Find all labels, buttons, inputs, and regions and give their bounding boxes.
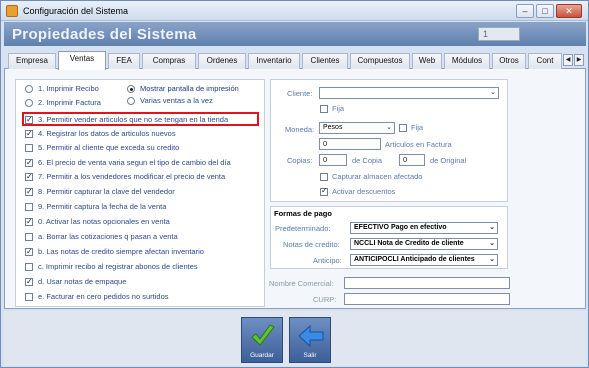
curp-label: CURP: — [313, 295, 337, 304]
capturar-almacen-label: Capturar almacen afectado — [332, 172, 423, 181]
tab-compras[interactable]: Compras — [142, 53, 196, 69]
curp-input[interactable] — [344, 293, 510, 305]
maximize-button[interactable]: □ — [536, 4, 554, 18]
predeterminado-label: Predeterminado: — [275, 224, 331, 233]
tab-ordenes[interactable]: Ordenes — [198, 53, 246, 69]
notas-credito-combo[interactable]: NCCLI Nota de Credito de cliente ⌄ — [350, 238, 498, 250]
formas-pago-title: Formas de pago — [274, 209, 332, 218]
header-banner: Propiedades del Sistema 1 — [4, 22, 586, 46]
tab-cont[interactable]: Cont — [528, 53, 562, 69]
highlight-box — [22, 112, 259, 126]
fija-cliente-checkbox[interactable] — [320, 105, 328, 113]
tab-strip: Empresa Ventas FEA Compras Ordenes Inven… — [4, 51, 586, 70]
tab-fea[interactable]: FEA — [108, 53, 140, 69]
predeterminado-combo[interactable]: EFECTIVO Pago en efectivo ⌄ — [350, 222, 498, 234]
fija-moneda-checkbox[interactable] — [399, 124, 407, 132]
salir-label: Salir — [303, 352, 317, 359]
tab-ventas[interactable]: Ventas — [58, 51, 106, 70]
activar-descuentos-label: Activar descuentos — [332, 187, 396, 196]
tab-empresa[interactable]: Empresa — [8, 53, 56, 69]
guardar-button[interactable]: Guardar — [241, 317, 283, 363]
salir-button[interactable]: Salir — [289, 317, 331, 363]
chevron-down-icon: ⌄ — [386, 124, 392, 131]
tab-clientes[interactable]: Clientes — [302, 53, 348, 69]
cliente-label: Cliente: — [287, 89, 313, 98]
title-bar: Configuración del Sistema – □ ✕ — [1, 1, 588, 21]
window: Configuración del Sistema – □ ✕ Propieda… — [0, 0, 589, 368]
guardar-label: Guardar — [250, 352, 274, 359]
nombre-comercial-input[interactable] — [344, 277, 510, 289]
cliente-combo[interactable]: ⌄ — [319, 87, 499, 99]
checkmark-icon — [251, 324, 275, 346]
moneda-combo[interactable]: Pesos ⌄ — [319, 122, 395, 134]
articulos-label: Articulos en Factura — [385, 140, 452, 149]
chevron-down-icon: ⌄ — [489, 240, 495, 247]
anticipo-combo[interactable]: ANTICIPOCLI Anticipado de clientes ⌄ — [350, 254, 498, 266]
tab-inventario[interactable]: Inventario — [248, 53, 300, 69]
app-icon — [6, 5, 18, 17]
activar-descuentos-checkbox[interactable] — [320, 186, 328, 196]
tab-compuestos[interactable]: Compuestos — [350, 53, 410, 69]
anticipo-label: Anticipo: — [313, 256, 342, 265]
close-button[interactable]: ✕ — [556, 4, 582, 18]
fija-moneda-label: Fija — [411, 123, 424, 132]
minimize-button[interactable]: – — [516, 4, 534, 18]
tab-web[interactable]: Web — [412, 53, 442, 69]
notas-credito-label: Notas de credito: — [283, 240, 340, 249]
tab-scroll-right-icon[interactable]: ▶ — [574, 54, 584, 66]
de-copia-label: de Copia — [352, 156, 383, 165]
original-input[interactable]: 0 — [399, 154, 425, 166]
tab-scroll-left-icon[interactable]: ◀ — [563, 54, 573, 66]
de-original-label: de Original — [430, 156, 467, 165]
fija-cliente-label: Fija — [332, 104, 345, 113]
copias-label: Copias: — [287, 156, 313, 165]
copias-input[interactable]: 0 — [319, 154, 347, 166]
articulos-input[interactable]: 0 — [319, 138, 381, 150]
tab-modulos[interactable]: Módulos — [444, 53, 490, 69]
back-arrow-icon — [298, 324, 324, 348]
chevron-down-icon: ⌄ — [490, 89, 496, 96]
page-title: Propiedades del Sistema — [12, 26, 197, 43]
company-number-field[interactable]: 1 — [478, 27, 520, 41]
window-title: Configuración del Sistema — [23, 6, 129, 16]
tab-otros[interactable]: Otros — [492, 53, 526, 69]
moneda-label: Moneda: — [285, 125, 315, 134]
chevron-down-icon: ⌄ — [489, 224, 495, 231]
nombre-comercial-label: Nombre Comercial: — [269, 279, 334, 288]
capturar-almacen-checkbox[interactable] — [320, 173, 328, 181]
chevron-down-icon: ⌄ — [489, 256, 495, 263]
